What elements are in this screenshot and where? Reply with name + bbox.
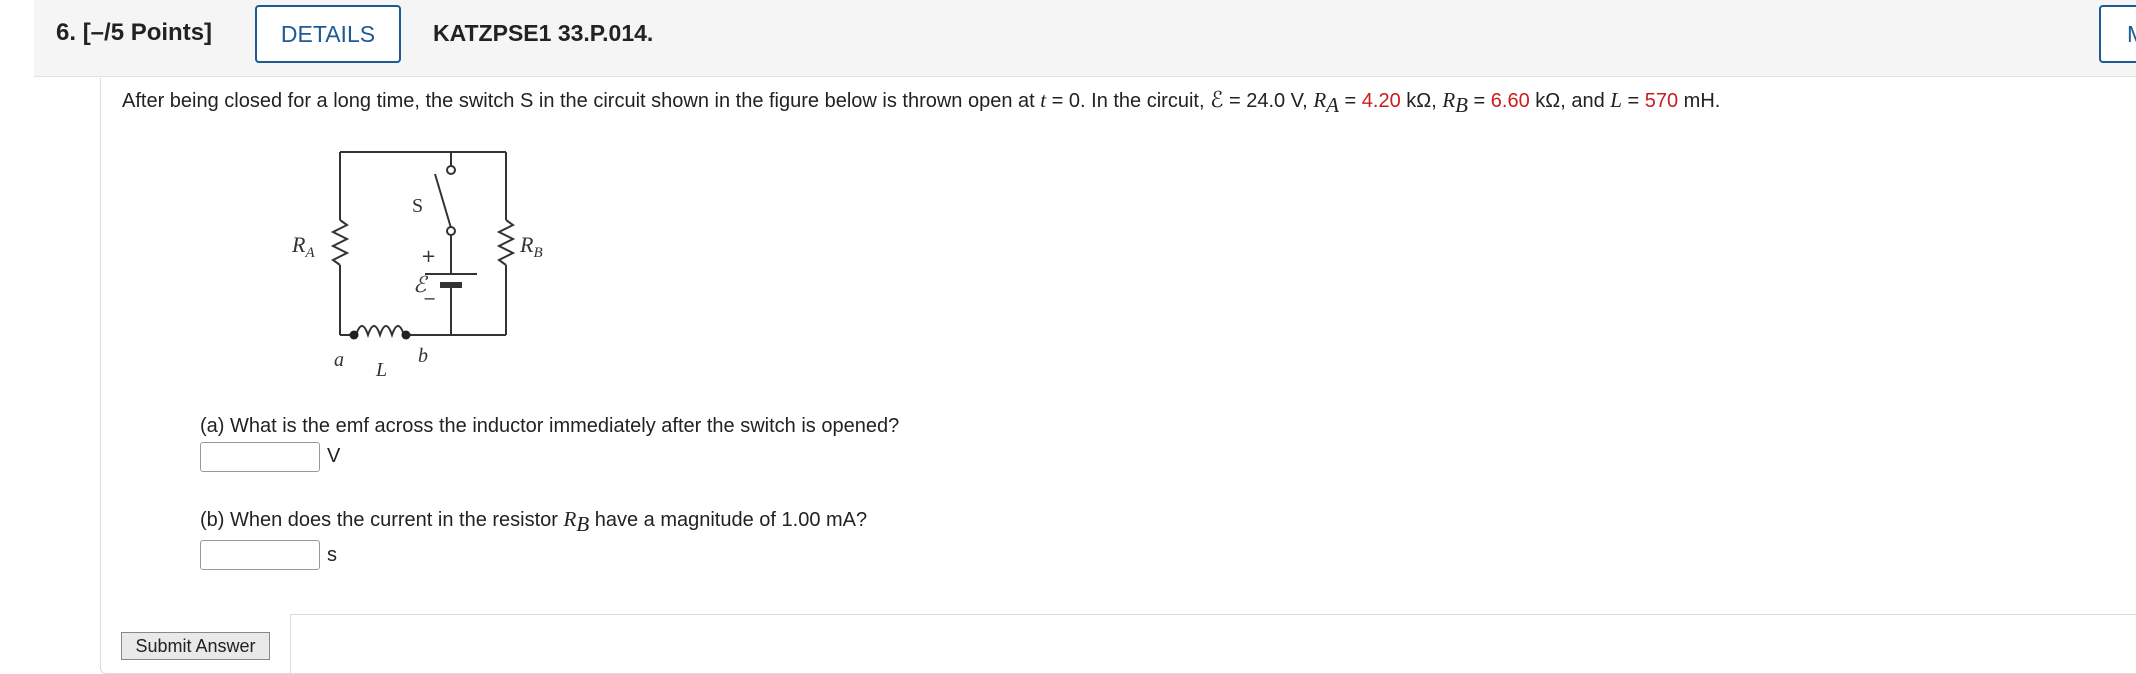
label-ra: RA — [291, 232, 315, 261]
question-id: KATZPSE1 33.P.014. — [433, 20, 654, 46]
ra-value: 4.20 — [1361, 90, 1401, 112]
label-rb: RB — [519, 232, 543, 261]
rb-value: 6.60 — [1490, 90, 1530, 112]
part-a-answer-input[interactable] — [200, 442, 320, 472]
part-a-unit: V — [327, 445, 341, 467]
question-number-points: 6. [–/5 Points] — [56, 19, 213, 46]
submit-answer-button[interactable]: Submit Answer — [121, 632, 270, 660]
label-l: L — [375, 359, 387, 381]
part-b-unit: s — [327, 544, 337, 566]
label-a: a — [334, 349, 344, 371]
part-a-question: (a) What is the emf across the inductor … — [200, 415, 900, 437]
my-notes-button[interactable]: MY — [2099, 5, 2136, 63]
problem-statement: After being closed for a long time, the … — [122, 88, 1721, 117]
part-b-question: (b) When does the current in the resisto… — [200, 507, 868, 536]
l-value: 570 — [1644, 90, 1679, 112]
part-b-answer-input[interactable] — [200, 540, 320, 570]
question-header: 6. [–/5 Points] DETAILS KATZPSE1 33.P.01… — [34, 0, 2136, 77]
label-minus: − — [423, 289, 436, 308]
label-switch: S — [412, 195, 423, 217]
circuit-diagram: RA RB S ℰ a b L + − — [291, 151, 543, 381]
response-panel — [290, 614, 2136, 674]
details-button[interactable]: DETAILS — [255, 5, 401, 63]
label-plus: + — [421, 246, 436, 267]
label-b: b — [418, 345, 428, 367]
